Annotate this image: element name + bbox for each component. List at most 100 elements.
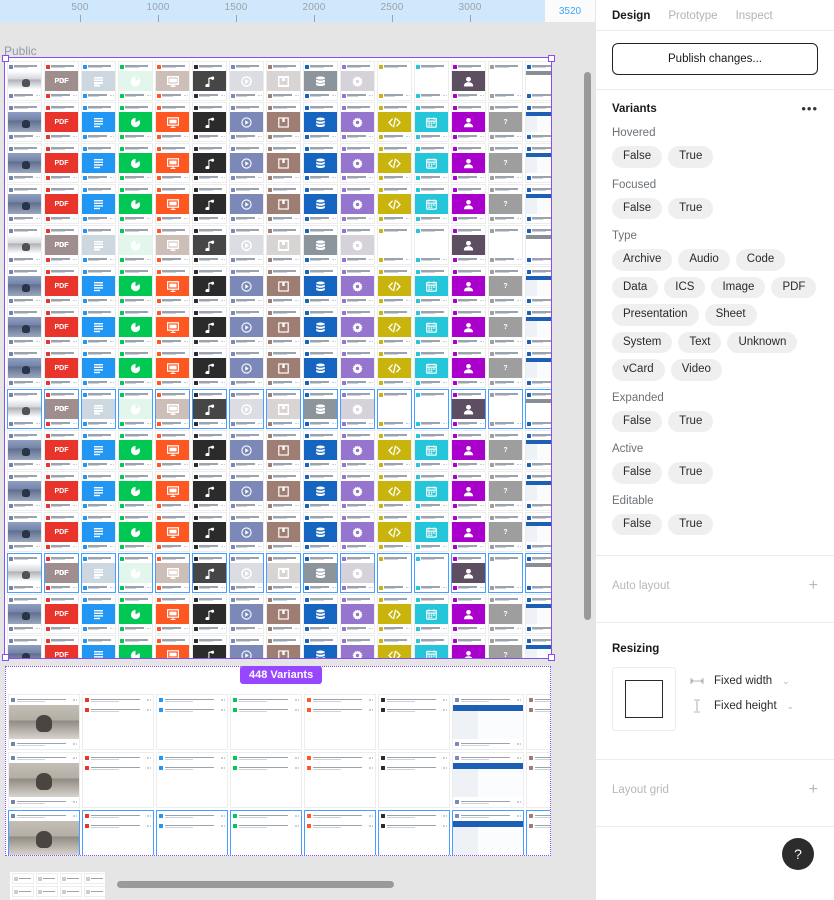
variant-chip-system[interactable]: System — [612, 332, 672, 354]
card-actions-icon[interactable] — [73, 382, 77, 384]
variant-card[interactable] — [340, 102, 375, 142]
variant-card[interactable] — [192, 225, 227, 265]
card-actions-icon[interactable] — [517, 815, 521, 817]
variant-card[interactable] — [525, 102, 551, 142]
card-actions-icon[interactable] — [369, 505, 373, 507]
card-actions-icon[interactable] — [443, 767, 447, 769]
card-actions-icon[interactable] — [258, 423, 262, 425]
card-actions-icon[interactable] — [258, 95, 262, 97]
canvas-vertical-scrollbar[interactable] — [584, 72, 591, 620]
tab-prototype[interactable]: Prototype — [668, 10, 717, 22]
variant-card[interactable] — [340, 225, 375, 265]
card-actions-icon[interactable] — [73, 815, 77, 817]
expanded-card[interactable] — [378, 810, 450, 856]
card-actions-icon[interactable] — [73, 505, 77, 507]
card-actions-icon[interactable] — [221, 423, 225, 425]
variant-card[interactable] — [118, 553, 153, 593]
variant-card[interactable] — [414, 635, 449, 658]
variant-card[interactable] — [229, 307, 264, 347]
card-actions-icon[interactable] — [369, 259, 373, 261]
card-actions-icon[interactable] — [36, 628, 40, 630]
variant-card[interactable] — [414, 471, 449, 511]
variant-card[interactable]: PDF — [44, 512, 79, 552]
variant-chip-true[interactable]: True — [668, 198, 713, 220]
card-actions-icon[interactable] — [73, 423, 77, 425]
card-actions-icon[interactable] — [517, 587, 521, 589]
card-actions-icon[interactable] — [406, 259, 410, 261]
variant-card[interactable] — [118, 102, 153, 142]
card-actions-icon[interactable] — [295, 177, 299, 179]
variant-card[interactable] — [340, 512, 375, 552]
card-actions-icon[interactable] — [443, 300, 447, 302]
variant-card[interactable] — [118, 635, 153, 658]
variant-card[interactable] — [81, 307, 116, 347]
variant-card[interactable] — [266, 61, 301, 101]
variant-card[interactable]: PDF — [44, 348, 79, 388]
card-actions-icon[interactable] — [36, 95, 40, 97]
variant-card[interactable]: PDF — [44, 307, 79, 347]
card-actions-icon[interactable] — [221, 464, 225, 466]
variant-card[interactable] — [451, 635, 486, 658]
variant-card[interactable] — [303, 512, 338, 552]
card-actions-icon[interactable] — [147, 815, 151, 817]
variant-card[interactable] — [81, 143, 116, 183]
variant-chip-sheet[interactable]: Sheet — [705, 304, 757, 326]
card-actions-icon[interactable] — [443, 382, 447, 384]
variant-card[interactable] — [525, 143, 551, 183]
variant-card[interactable] — [118, 307, 153, 347]
variant-card[interactable]: PDF — [44, 430, 79, 470]
variant-card[interactable] — [377, 430, 412, 470]
variant-card[interactable] — [192, 102, 227, 142]
card-actions-icon[interactable] — [295, 218, 299, 220]
card-actions-icon[interactable] — [480, 505, 484, 507]
card-actions-icon[interactable] — [147, 628, 151, 630]
variant-card[interactable] — [155, 553, 190, 593]
card-actions-icon[interactable] — [295, 423, 299, 425]
card-actions-icon[interactable] — [73, 95, 77, 97]
card-actions-icon[interactable] — [295, 587, 299, 589]
variant-card[interactable] — [525, 266, 551, 306]
frame-lower-variants[interactable] — [5, 666, 551, 856]
variant-chip-presentation[interactable]: Presentation — [612, 304, 699, 326]
variant-card[interactable] — [266, 635, 301, 658]
card-actions-icon[interactable] — [258, 218, 262, 220]
variant-chip-true[interactable]: True — [668, 462, 713, 484]
card-actions-icon[interactable] — [480, 546, 484, 548]
variant-card[interactable] — [340, 143, 375, 183]
card-actions-icon[interactable] — [184, 218, 188, 220]
variant-card[interactable] — [451, 266, 486, 306]
card-actions-icon[interactable] — [406, 218, 410, 220]
card-actions-icon[interactable] — [480, 300, 484, 302]
variant-card[interactable]: ? — [488, 307, 523, 347]
card-actions-icon[interactable] — [221, 825, 225, 827]
variant-card[interactable] — [155, 184, 190, 224]
card-actions-icon[interactable] — [369, 699, 373, 701]
card-actions-icon[interactable] — [221, 767, 225, 769]
card-actions-icon[interactable] — [443, 136, 447, 138]
selection-handle-top-left[interactable] — [2, 55, 9, 62]
variant-card[interactable] — [377, 471, 412, 511]
card-actions-icon[interactable] — [480, 136, 484, 138]
card-actions-icon[interactable] — [221, 300, 225, 302]
more-horizontal-icon[interactable]: ••• — [801, 102, 818, 115]
card-actions-icon[interactable] — [258, 300, 262, 302]
card-actions-icon[interactable] — [73, 743, 77, 745]
variant-chip-false[interactable]: False — [612, 514, 662, 536]
card-actions-icon[interactable] — [110, 546, 114, 548]
card-actions-icon[interactable] — [480, 218, 484, 220]
expanded-card[interactable] — [82, 752, 154, 808]
card-actions-icon[interactable] — [147, 505, 151, 507]
variant-card[interactable] — [266, 143, 301, 183]
card-actions-icon[interactable] — [332, 218, 336, 220]
variant-card[interactable] — [377, 184, 412, 224]
variant-chip-false[interactable]: False — [612, 462, 662, 484]
variant-card[interactable] — [340, 430, 375, 470]
variant-card[interactable] — [155, 635, 190, 658]
variant-card[interactable] — [303, 594, 338, 634]
card-actions-icon[interactable] — [73, 259, 77, 261]
variant-card[interactable] — [7, 594, 42, 634]
card-actions-icon[interactable] — [221, 709, 225, 711]
variant-card[interactable] — [229, 389, 264, 429]
card-actions-icon[interactable] — [480, 464, 484, 466]
card-actions-icon[interactable] — [332, 136, 336, 138]
